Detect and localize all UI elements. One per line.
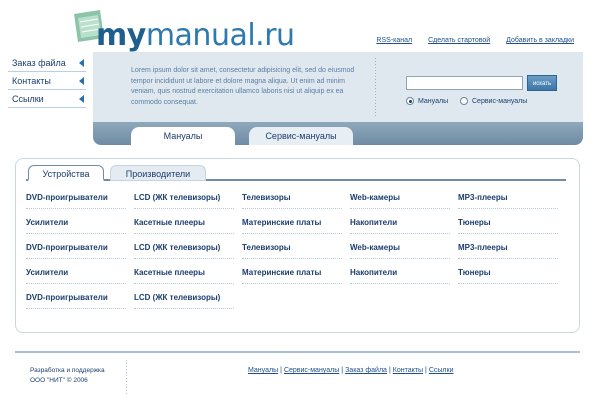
footer-link-links[interactable]: Ссылки <box>429 367 454 374</box>
device-link[interactable]: Тюнеры <box>458 266 558 284</box>
radio-service-manuals[interactable]: Сервис-мануалы <box>460 97 527 105</box>
footer-link-service-manuals[interactable]: Сервис-мануалы <box>284 367 339 374</box>
left-nav: Заказ файла Контакты Ссылки <box>8 54 86 108</box>
divider <box>375 58 376 118</box>
device-link[interactable]: Материнские платы <box>242 266 342 284</box>
footer-divider <box>15 351 580 353</box>
make-homepage-link[interactable]: Сделать стартовой <box>428 37 490 44</box>
header-panel: Lorem ipsum dolor sit amet, consectetur … <box>93 52 583 145</box>
device-link[interactable]: Касетные плееры <box>134 266 234 284</box>
device-link[interactable]: Касетные плееры <box>134 216 234 234</box>
radio-icon[interactable] <box>406 97 414 105</box>
search-button[interactable]: искать <box>527 75 557 91</box>
footer-vertical-divider <box>126 360 127 396</box>
footer-link-order-file[interactable]: Заказ файла <box>345 367 387 374</box>
content-tabs: Устройства Производители <box>26 165 566 181</box>
radio-manuals[interactable]: Мануалы <box>406 97 448 105</box>
tab-devices[interactable]: Устройства <box>28 165 104 181</box>
device-link[interactable]: LCD (ЖК телевизоры) <box>134 191 234 209</box>
arrow-left-icon <box>79 77 84 85</box>
tab-service-manuals[interactable]: Сервис-мануалы <box>249 127 353 145</box>
device-link[interactable]: Телевизоры <box>242 191 342 209</box>
footer-credits: Разработка и поддержка ООО "НИТ" © 2006 <box>30 367 105 384</box>
nav-item-order-file[interactable]: Заказ файла <box>8 54 86 72</box>
device-link[interactable]: Усилители <box>26 216 126 234</box>
device-link[interactable]: Усилители <box>26 266 126 284</box>
device-link[interactable]: DVD-проигрыватели <box>26 241 126 259</box>
device-link[interactable]: DVD-проигрыватели <box>26 291 126 309</box>
device-link[interactable]: LCD (ЖК телевизоры) <box>134 291 234 309</box>
rss-link[interactable]: RSS-канал <box>376 37 412 44</box>
radio-icon[interactable] <box>460 97 468 105</box>
logo-text: mymanual.ru <box>96 18 295 53</box>
intro-text: Lorem ipsum dolor sit amet, consectetur … <box>131 67 355 106</box>
footer-link-contacts[interactable]: Контакты <box>393 367 423 374</box>
arrow-left-icon <box>79 59 84 67</box>
search-input[interactable] <box>406 76 523 90</box>
content-box: Устройства Производители DVD-проигрывате… <box>15 158 580 333</box>
device-link[interactable]: Телевизоры <box>242 241 342 259</box>
add-bookmark-link[interactable]: Добавить в закладки <box>506 37 574 44</box>
footer-link-manuals[interactable]: Мануалы <box>248 367 278 374</box>
device-link[interactable]: Накопители <box>350 216 450 234</box>
device-link[interactable]: Web-камеры <box>350 191 450 209</box>
arrow-left-icon <box>79 95 84 103</box>
nav-item-links[interactable]: Ссылки <box>8 90 86 108</box>
top-links: RSS-канал Сделать стартовой Добавить в з… <box>362 37 574 44</box>
device-link[interactable]: MP3-плееры <box>458 241 558 259</box>
device-link[interactable]: MP3-плееры <box>458 191 558 209</box>
device-link[interactable]: Материнские платы <box>242 216 342 234</box>
nav-item-contacts[interactable]: Контакты <box>8 72 86 90</box>
tab-manuals[interactable]: Мануалы <box>131 127 235 145</box>
device-link[interactable]: Тюнеры <box>458 216 558 234</box>
device-link[interactable]: LCD (ЖК телевизоры) <box>134 241 234 259</box>
tab-manufacturers[interactable]: Производители <box>110 165 206 181</box>
device-link[interactable]: Web-камеры <box>350 241 450 259</box>
device-link[interactable]: DVD-проигрыватели <box>26 191 126 209</box>
footer-links: Мануалы | Сервис-мануалы | Заказ файла | Конта… <box>248 367 454 374</box>
site-logo[interactable]: mymanual.ru <box>68 8 295 52</box>
device-link[interactable]: Накопители <box>350 266 450 284</box>
